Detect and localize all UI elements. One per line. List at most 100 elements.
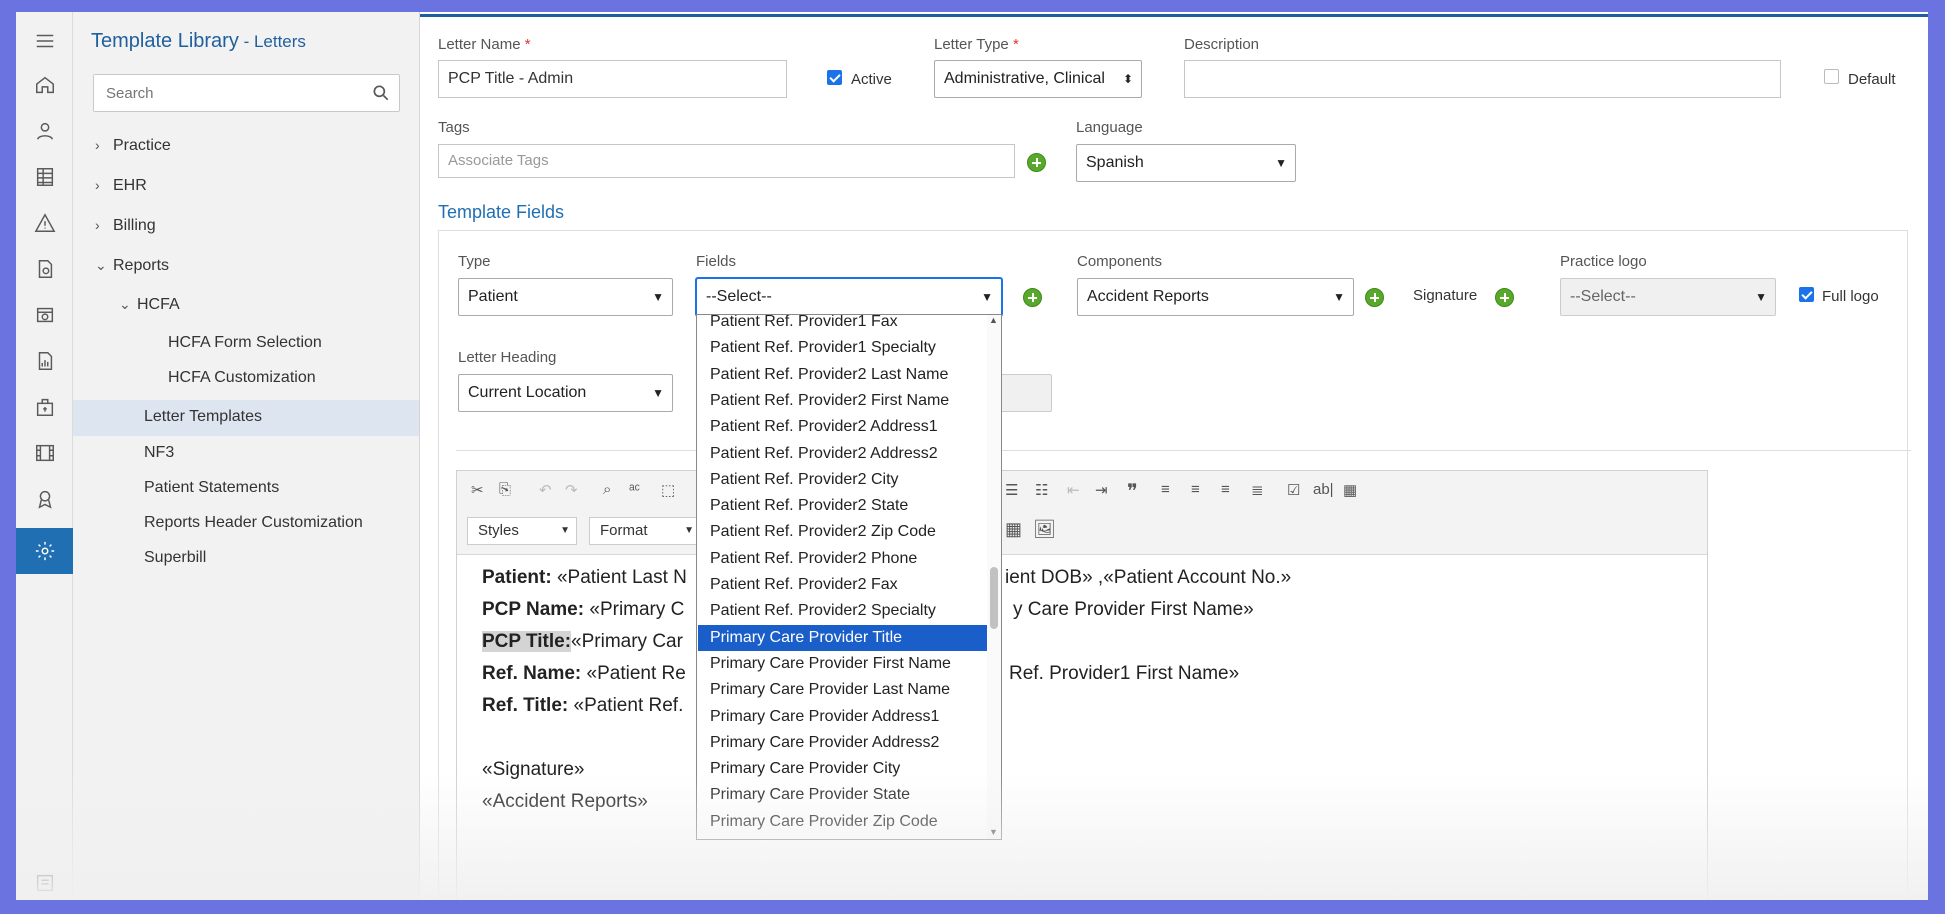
dropdown-scroll-thumb[interactable] [990,567,998,629]
award-icon[interactable] [16,476,73,522]
bulleted-list-icon[interactable]: ☷ [1035,481,1048,499]
payments-icon[interactable] [16,292,73,338]
content-line-pcp-name[interactable]: PCP Name: «Primary C [482,599,684,621]
tree-item-hcfa-customization[interactable]: HCFA Customization [168,369,316,387]
align-left-icon[interactable]: ≡ [1161,481,1170,498]
type-select[interactable]: Patient ▼ [458,278,673,316]
content-line-pcp-title[interactable]: PCP Title:«Primary Car [482,631,683,653]
dropdown-option[interactable]: Primary Care Provider Address2 [698,730,988,756]
warning-icon[interactable] [16,200,73,246]
letter-heading-select[interactable]: Current Location ▼ [458,374,673,412]
tree-item-nf3[interactable]: NF3 [144,444,174,462]
content-line-ref-title[interactable]: Ref. Title: «Patient Ref. [482,695,683,717]
dropdown-option[interactable]: Patient Ref. Provider2 Last Name [698,362,988,388]
scroll-down-icon[interactable]: ▼ [989,827,998,837]
dropdown-option[interactable]: Primary Care Provider First Name [698,651,988,677]
indent-icon[interactable]: ⇥ [1095,481,1108,499]
dropdown-option[interactable]: Patient Ref. Provider2 Address1 [698,414,988,440]
search-icon[interactable] [371,83,391,103]
cut-icon[interactable]: ✂ [471,481,484,499]
add-field-icon[interactable] [1023,288,1042,307]
add-tag-icon[interactable] [1027,153,1046,172]
tree-node-reports[interactable]: ⌄ Reports [95,257,169,275]
dropdown-option[interactable]: Patient Ref. Provider1 Fax [698,315,988,335]
align-right-icon[interactable]: ≡ [1221,481,1230,498]
content-accident-reports-token[interactable]: «Accident Reports» [482,791,648,813]
outdent-icon[interactable]: ⇤ [1067,481,1080,499]
dropdown-scrollbar[interactable]: ▲ ▼ [987,315,1001,839]
align-center-icon[interactable]: ≡ [1191,481,1200,498]
tree-node-ehr[interactable]: › EHR [95,177,147,195]
dropdown-option[interactable]: Patient Ref. Provider2 City [698,467,988,493]
redo-icon[interactable]: ↷ [565,481,578,499]
dropdown-option[interactable]: Primary Care Provider State [698,782,988,808]
table-icon[interactable]: ▦ [1005,519,1022,540]
dropdown-option[interactable]: Patient Ref. Provider2 Phone [698,546,988,572]
spreadsheet-icon[interactable] [16,154,73,200]
scroll-up-icon[interactable]: ▲ [989,315,998,325]
tree-node-billing[interactable]: › Billing [95,217,156,235]
justify-icon[interactable]: ≣ [1251,481,1264,499]
content-line-patient-tail[interactable]: ient DOB» ,«Patient Account No.» [1005,567,1291,589]
find-icon[interactable]: ⌕ [603,481,611,498]
dropdown-option[interactable]: Patient Ref. Provider2 Zip Code [698,519,988,545]
spellcheck-icon[interactable]: ᵃᶜ [629,481,640,498]
tree-node-hcfa[interactable]: ⌄ HCFA [119,296,180,314]
full-logo-checkbox[interactable] [1799,287,1814,302]
dropdown-option[interactable]: Primary Care Provider Address1 [698,704,988,730]
form-icon[interactable]: ▦ [1343,481,1357,499]
tags-input[interactable]: Associate Tags [438,144,1015,178]
tree-item-letter-templates[interactable]: Letter Templates [144,408,262,426]
image-icon[interactable]: 🖼 [1033,519,1056,540]
fields-select[interactable]: --Select-- ▼ [696,278,1002,316]
dropdown-option[interactable]: Primary Care Provider City [698,756,988,782]
language-select[interactable]: Spanish ▼ [1076,144,1296,182]
dropdown-option[interactable]: Patient Ref. Provider2 Specialty [698,598,988,624]
dropdown-option[interactable]: Patient Ref. Provider2 Address2 [698,441,988,467]
dropdown-option[interactable]: Primary Care Provider Zip Code [698,809,988,835]
numbered-list-icon[interactable]: ☰ [1005,481,1018,499]
home-icon[interactable] [16,62,73,108]
dropdown-option[interactable]: Patient Ref. Provider2 Fax [698,572,988,598]
content-line-ref-name[interactable]: Ref. Name: «Patient Re [482,663,686,685]
notes-icon[interactable] [16,870,73,896]
tree-item-reports-header-customization[interactable]: Reports Header Customization [144,514,363,532]
undo-icon[interactable]: ↶ [539,481,552,499]
tree-item-hcfa-form-selection[interactable]: HCFA Form Selection [168,334,322,352]
letter-type-select[interactable]: Administrative, Clinical ⬍ [934,60,1142,98]
styles-dropdown[interactable]: Styles ▼ [467,517,577,545]
tree-item-patient-statements[interactable]: Patient Statements [144,479,279,497]
dropdown-option[interactable]: Patient Ref. Provider2 State [698,493,988,519]
copy-icon[interactable]: ⎘ [499,481,511,498]
content-line-ref-name-tail[interactable]: Ref. Provider1 First Name» [1009,663,1239,685]
format-dropdown[interactable]: Format ▼ [589,517,701,545]
letter-name-field[interactable]: PCP Title - Admin [438,60,787,98]
components-select[interactable]: Accident Reports ▼ [1077,278,1354,316]
tree-node-practice[interactable]: › Practice [95,137,171,155]
add-signature-icon[interactable] [1495,288,1514,307]
user-icon[interactable] [16,108,73,154]
content-line-pcp-name-tail[interactable]: y Care Provider First Name» [1013,599,1254,621]
content-line-patient[interactable]: Patient: «Patient Last N [482,567,687,589]
dropdown-option-selected[interactable]: Primary Care Provider Title [698,624,988,651]
blockquote-icon[interactable]: ❞ [1127,479,1138,504]
dropdown-option[interactable]: Patient Ref. Provider2 First Name [698,388,988,414]
add-component-icon[interactable] [1365,288,1384,307]
search-input[interactable] [94,75,354,111]
reports-chart-icon[interactable] [16,338,73,384]
tree-item-superbill[interactable]: Superbill [144,549,206,567]
default-checkbox[interactable] [1824,69,1839,84]
building-icon[interactable] [16,384,73,430]
checkbox-field-icon[interactable]: ☑ [1287,481,1300,499]
select-all-icon[interactable]: ⬚ [661,481,675,499]
settings-gear-icon[interactable] [16,528,73,574]
text-field-icon[interactable]: ab| [1313,481,1334,498]
billing-document-icon[interactable] [16,246,73,292]
film-icon[interactable] [16,430,73,476]
practice-logo-select[interactable]: --Select-- ▼ [1560,278,1776,316]
hamburger-menu-icon[interactable] [16,18,73,64]
content-signature-token[interactable]: «Signature» [482,759,584,781]
dropdown-option[interactable]: Patient Ref. Provider1 Specialty [698,335,988,361]
dropdown-option[interactable]: Primary Care Provider Last Name [698,677,988,703]
description-field[interactable] [1184,60,1781,98]
